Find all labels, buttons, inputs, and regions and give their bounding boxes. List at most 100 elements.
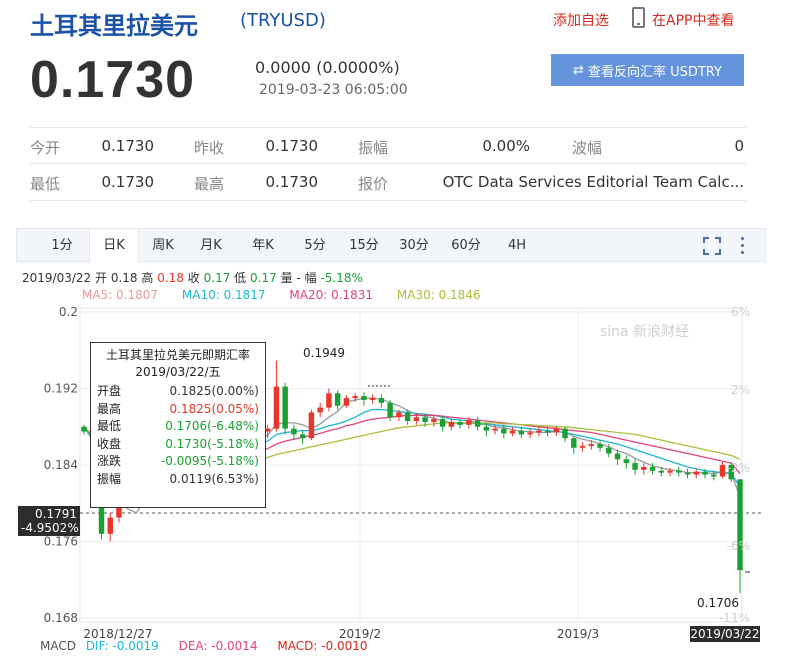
candle-body xyxy=(614,453,621,460)
candle-body xyxy=(571,438,577,448)
swap-icon: ⇄ xyxy=(573,62,584,78)
tab-5min[interactable]: 5分 xyxy=(293,229,337,262)
macd-legend: MACD DIF: -0.0019 DEA: -0.0014 MACD: -0.… xyxy=(40,639,384,653)
candle-body xyxy=(396,412,402,418)
tab-weekly-k[interactable]: 周K xyxy=(141,229,185,262)
stat-high-label: 最高 xyxy=(194,175,225,193)
info-volume-label: 量 xyxy=(280,271,293,285)
reverse-rate-label: 查看反向汇率 USDTRY xyxy=(587,64,722,80)
info-close-label: 收 xyxy=(187,271,200,285)
stat-open-label: 今开 xyxy=(30,139,61,157)
candle-tooltip: 土耳其里拉兑美元即期汇率 2019/03/22/五 开盘 0.1825(0.00%… xyxy=(90,342,266,508)
tooltip-value: 0.1730(-5.18%) xyxy=(165,436,259,451)
candle-body xyxy=(299,434,306,439)
info-low: 0.17 xyxy=(250,271,277,285)
tooltip-value: 0.1706(-6.48%) xyxy=(165,419,259,433)
tab-1min[interactable]: 1分 xyxy=(39,229,85,262)
page-title: 土耳其里拉美元 xyxy=(30,12,198,40)
tooltip-row: 收盘 0.1730(-5.18%) xyxy=(97,436,259,454)
tab-60min[interactable]: 60分 xyxy=(441,229,491,262)
tooltip-key: 振幅 xyxy=(97,471,122,486)
tooltip-date: 2019/03/22/五 xyxy=(135,365,221,379)
candle-body xyxy=(369,398,376,400)
candle-body xyxy=(343,398,350,406)
reverse-rate-button[interactable]: ⇄ 查看反向汇率 USDTRY xyxy=(551,54,744,86)
tooltip-row: 涨跌 -0.0095(-5.18%) xyxy=(97,453,259,471)
right-tick-label: -11% xyxy=(719,611,750,625)
stat-quote-value: OTC Data Services Editorial Team Calc... xyxy=(442,173,744,191)
tab-daily-k[interactable]: 日K xyxy=(89,229,139,263)
y-tick-label: 0.2 xyxy=(59,305,78,319)
candle-body xyxy=(291,428,297,435)
price-change: 0.0000 (0.0000%) xyxy=(255,58,400,77)
tooltip-row: 最低 0.1706(-6.48%) xyxy=(97,418,259,436)
info-amp: -5.18% xyxy=(320,271,363,285)
stat-low-value: 0.1730 xyxy=(101,173,155,191)
info-open-label: 开 xyxy=(95,271,108,285)
more-options-icon[interactable] xyxy=(739,235,745,257)
current-price: 0.1730 xyxy=(30,51,196,109)
tooltip-key: 开盘 xyxy=(97,384,122,398)
y-tick-label: 0.184 xyxy=(44,458,78,472)
stat-low-label: 最低 xyxy=(30,175,61,193)
candle-body xyxy=(579,445,586,448)
stat-volatility-label: 波幅 xyxy=(572,139,603,157)
tab-30min[interactable]: 30分 xyxy=(389,229,439,262)
tooltip-row: 开盘 0.1825(0.00%) xyxy=(97,383,259,401)
candle-body xyxy=(439,419,446,427)
view-in-app-link[interactable]: 在APP中查看 xyxy=(652,10,734,30)
tab-15min[interactable]: 15分 xyxy=(339,229,389,262)
candle-body xyxy=(562,428,568,439)
candle-body xyxy=(501,428,507,434)
tooltip-row: 最高 0.1825(0.05%) xyxy=(97,401,259,419)
ohlc-info-line: 2019/03/22 开 0.18 高 0.18 收 0.17 低 0.17 量… xyxy=(22,269,363,286)
candle-body xyxy=(737,479,743,571)
chart-period-tabs: 1分 日K 周K 月K 年K 5分 15分 30分 60分 4H xyxy=(16,228,766,263)
info-high-label: 高 xyxy=(141,271,154,285)
info-close: 0.17 xyxy=(203,271,231,285)
symbol-code: (TRYUSD) xyxy=(240,10,326,31)
fullscreen-icon[interactable] xyxy=(703,237,721,255)
candle-body xyxy=(527,432,533,435)
stat-amplitude-label: 振幅 xyxy=(358,139,389,157)
info-open: 0.18 xyxy=(110,271,138,285)
candle-body xyxy=(273,386,280,429)
high-annotation: 0.1949 xyxy=(303,346,345,360)
candle-body xyxy=(413,417,420,422)
y-tick-label: 0.176 xyxy=(44,535,78,549)
candle-body xyxy=(606,447,612,454)
candle-body xyxy=(536,430,542,433)
tooltip-value: 0.0119(6.53%) xyxy=(169,471,259,486)
crosshair-pct: -4.9502% xyxy=(21,521,79,535)
right-tick-label: 6% xyxy=(731,305,750,319)
candle-body xyxy=(719,465,726,477)
candle-body xyxy=(387,402,393,418)
info-amp-label: 幅 xyxy=(304,271,317,285)
tab-monthly-k[interactable]: 月K xyxy=(189,229,233,262)
candle-body xyxy=(544,430,551,433)
candle-body xyxy=(711,474,717,477)
candle-body xyxy=(378,398,385,403)
candle-body xyxy=(641,466,647,470)
candle-body xyxy=(649,466,656,471)
tooltip-key: 最高 xyxy=(97,401,122,416)
candle-body xyxy=(422,417,428,422)
candle-body xyxy=(317,407,323,413)
candle-body xyxy=(588,443,595,446)
tab-yearly-k[interactable]: 年K xyxy=(241,229,285,262)
tooltip-row: 振幅 0.0119(6.53%) xyxy=(97,471,259,489)
phone-icon[interactable] xyxy=(632,7,645,28)
x-tick-label: 2019/3 xyxy=(557,627,599,641)
add-to-watchlist-link[interactable]: 添加自选 xyxy=(553,10,609,30)
crosshair-date-tag: 2019/03/22 xyxy=(690,626,760,642)
tab-4h[interactable]: 4H xyxy=(495,229,539,262)
y-tick-label: 0.168 xyxy=(44,611,78,625)
candle-body xyxy=(667,470,673,473)
tooltip-key: 收盘 xyxy=(97,436,122,451)
candle-body xyxy=(483,426,490,431)
update-time: 2019-03-23 06:05:00 xyxy=(259,82,408,98)
low-annotation: 0.1706 xyxy=(697,596,739,610)
info-date: 2019/03/22 xyxy=(22,271,92,285)
right-tick-label: 2% xyxy=(731,383,750,397)
candle-body xyxy=(466,420,472,425)
